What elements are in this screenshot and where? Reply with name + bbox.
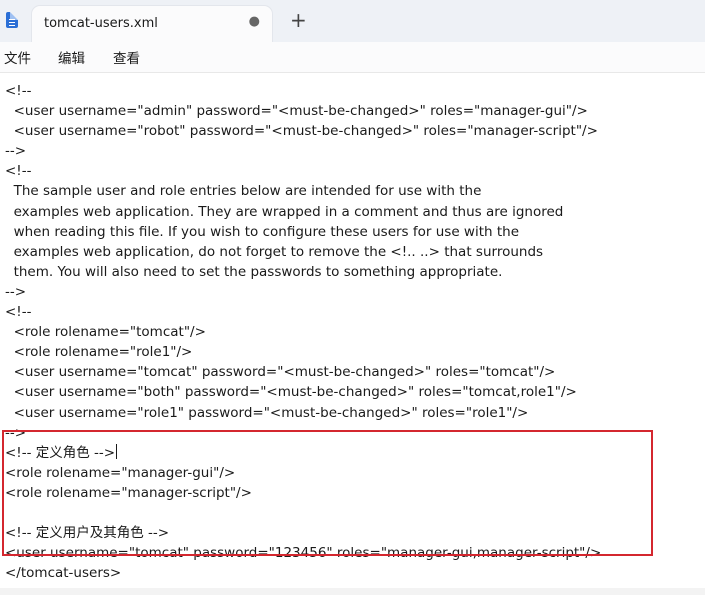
menu-file[interactable]: 文件 — [4, 47, 31, 67]
notepad-app-icon — [6, 12, 18, 28]
unsaved-dot-icon[interactable]: ● — [249, 14, 260, 29]
code-line: <role rolename="role1"/> — [5, 344, 193, 361]
red-highlight-box — [2, 430, 653, 556]
code-line: The sample user and role entries below a… — [5, 183, 482, 200]
code-line: <!-- — [5, 304, 32, 321]
menu-bar: 文件 编辑 查看 — [0, 42, 705, 72]
code-line: --> — [5, 283, 27, 300]
code-line: <!-- — [5, 83, 32, 99]
menu-view[interactable]: 查看 — [113, 47, 140, 67]
code-line: examples web application. They are wrapp… — [5, 203, 564, 220]
code-line: them. You will also need to set the pass… — [5, 263, 503, 280]
code-line: <user username="role1" password="<must-b… — [5, 404, 529, 421]
menu-edit[interactable]: 编辑 — [58, 47, 85, 67]
code-line: <role rolename="tomcat"/> — [5, 324, 206, 341]
code-line: --> — [5, 143, 27, 160]
code-line: examples web application, do not forget … — [5, 243, 544, 260]
code-line: <user username="admin" password="<must-b… — [5, 103, 588, 120]
code-line: </tomcat-users> — [5, 565, 122, 582]
code-line: when reading this file. If you wish to c… — [5, 223, 520, 240]
status-strip — [0, 588, 705, 595]
code-line: <user username="robot" password="<must-b… — [5, 123, 598, 140]
code-line: <user username="tomcat" password="<must-… — [5, 364, 556, 381]
tab-title: tomcat-users.xml — [44, 16, 158, 31]
code-line: <user username="both" password="<must-be… — [5, 384, 577, 401]
title-bar: tomcat-users.xml ● + — [0, 0, 705, 42]
code-line: <!-- — [5, 163, 32, 180]
new-tab-plus-icon[interactable]: + — [290, 8, 307, 32]
tab-tomcat-users[interactable]: tomcat-users.xml ● — [32, 6, 272, 42]
